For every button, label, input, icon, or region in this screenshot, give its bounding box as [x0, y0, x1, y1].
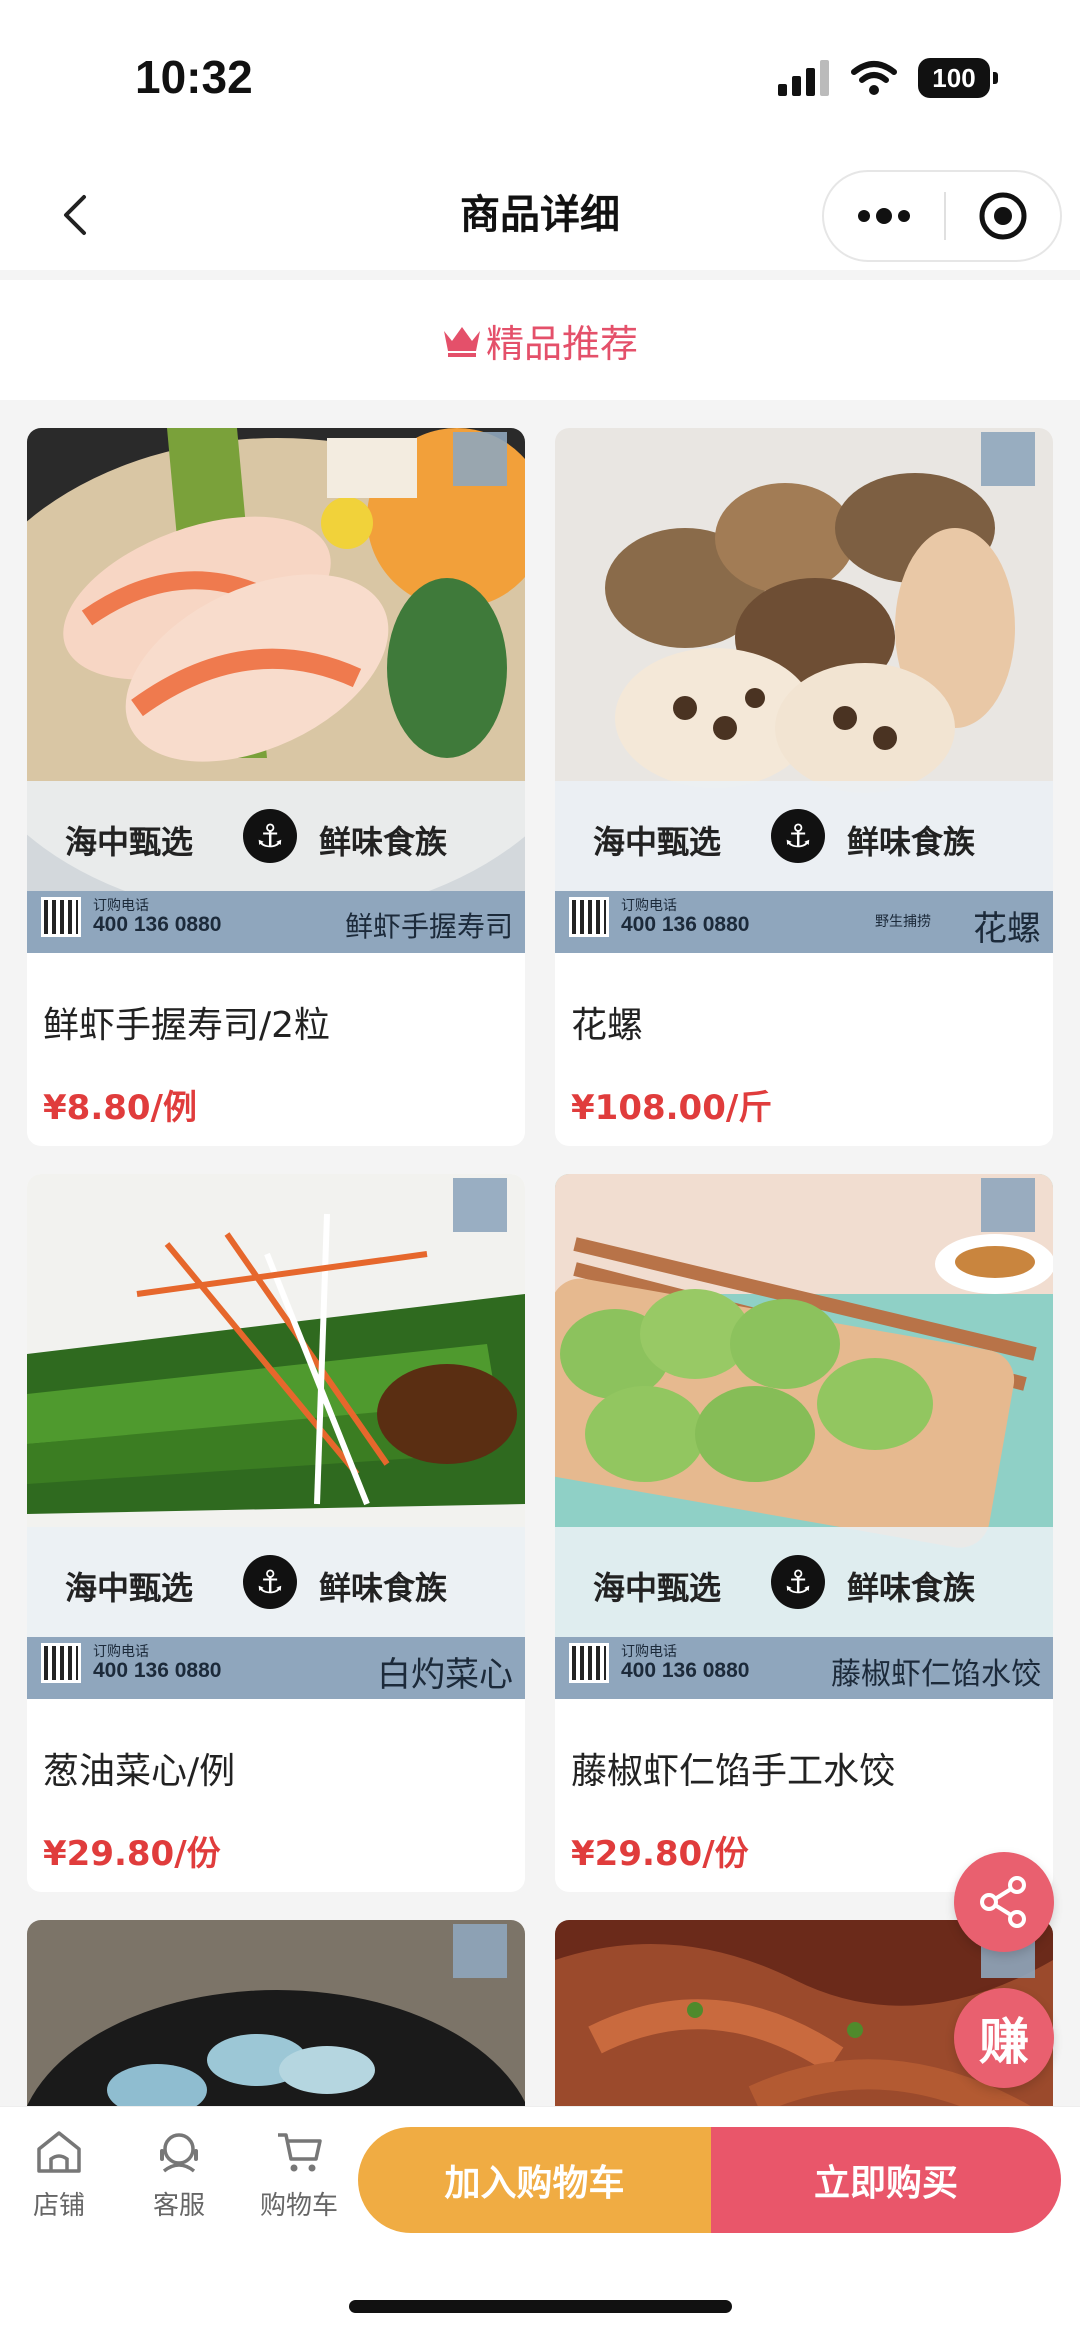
- qr-code: [41, 897, 81, 937]
- product-card[interactable]: 海中甄选 ⚓ 鲜味食族 订购电话 400 136 0880 藤椒虾仁馅水饺 藤椒…: [555, 1174, 1053, 1892]
- product-price: ¥29.80/份: [43, 1834, 221, 1874]
- brand-banner: 海中甄选 ⚓ 鲜味食族: [555, 781, 1053, 891]
- tab-cart[interactable]: 购物车: [244, 2129, 354, 2222]
- strip-product-name: 鲜虾手握寿司: [344, 910, 513, 943]
- product-image: 海中甄选 ⚓ 鲜味食族 订购电话 400 136 0880 白灼菜心: [27, 1174, 525, 1699]
- earn-label: 赚: [979, 2013, 1029, 2071]
- product-name: 葱油菜心/例: [43, 1751, 236, 1792]
- anchor-icon: ⚓: [243, 809, 297, 863]
- product-price: ¥108.00/斤: [571, 1088, 773, 1128]
- crown-icon: [443, 327, 480, 357]
- brand-logo: [453, 432, 507, 486]
- status-time: 10:32: [135, 51, 253, 103]
- brand-logo: [453, 1178, 507, 1232]
- section-header: 精品推荐: [0, 280, 1080, 400]
- brand-banner: 海中甄选 ⚓ 鲜味食族: [555, 1527, 1053, 1637]
- nav-bar: 商品详细: [0, 160, 1080, 270]
- info-strip: 订购电话 400 136 0880 野生捕捞 花螺: [555, 891, 1053, 953]
- brand-logo: [981, 1178, 1035, 1232]
- product-name: 花螺: [571, 1005, 644, 1046]
- signal-icon: [778, 60, 829, 96]
- tab-customer-service[interactable]: 客服: [124, 2129, 234, 2222]
- anchor-icon: ⚓: [771, 1555, 825, 1609]
- brand-logo: [453, 1924, 507, 1978]
- product-card[interactable]: 海中甄选 ⚓ 鲜味食族 订购电话 400 136 0880 白灼菜心 葱油菜心/…: [27, 1174, 525, 1892]
- product-card[interactable]: 海中甄选 ⚓ 鲜味食族 订购电话 400 136 0880 鲜虾手握寿司 鲜虾手…: [27, 428, 525, 1146]
- product-image: 海中甄选 ⚓ 鲜味食族 订购电话 400 136 0880 鲜虾手握寿司: [27, 428, 525, 953]
- earn-button[interactable]: 赚: [954, 1988, 1054, 2088]
- more-dots-icon: [858, 208, 910, 224]
- brand-banner: 海中甄选 ⚓ 鲜味食族: [27, 781, 525, 891]
- target-icon: [979, 192, 1027, 240]
- product-image: 海中甄选 ⚓ 鲜味食族 订购电话 400 136 0880 藤椒虾仁馅水饺: [555, 1174, 1053, 1699]
- qr-code: [41, 1643, 81, 1683]
- battery-indicator: 100: [918, 58, 998, 98]
- product-price: ¥29.80/份: [571, 1834, 749, 1874]
- product-image: 海中甄选 ⚓ 鲜味食族 订购电话 400 136 0880 野生捕捞 花螺: [555, 428, 1053, 953]
- status-bar: 10:32 100: [0, 0, 1080, 160]
- brand-banner: 海中甄选 ⚓ 鲜味食族: [27, 1527, 525, 1637]
- section-title: 精品推荐: [485, 321, 638, 366]
- info-strip: 订购电话 400 136 0880 藤椒虾仁馅水饺: [555, 1637, 1053, 1699]
- cart-icon: [278, 2133, 322, 2172]
- product-card[interactable]: 海中甄选 ⚓ 鲜味食族 订购电话 400 136 0880 野生捕捞 花螺 花螺…: [555, 428, 1053, 1146]
- store-icon: [37, 2131, 81, 2173]
- share-button[interactable]: [954, 1852, 1054, 1952]
- brand-logo: [981, 432, 1035, 486]
- product-name: 鲜虾手握寿司/2粒: [43, 1005, 331, 1046]
- customer-service-icon: [160, 2133, 198, 2173]
- info-strip: 订购电话 400 136 0880 白灼菜心: [27, 1637, 525, 1699]
- buy-now-button[interactable]: 立即购买: [711, 2127, 1061, 2233]
- close-miniprogram-button[interactable]: [946, 172, 1060, 260]
- more-button[interactable]: [824, 172, 944, 260]
- strip-product-name: 白灼菜心: [377, 1655, 513, 1695]
- anchor-icon: ⚓: [771, 809, 825, 863]
- info-strip: 订购电话 400 136 0880 鲜虾手握寿司: [27, 891, 525, 953]
- qr-code: [569, 897, 609, 937]
- product-name: 藤椒虾仁馅手工水饺: [571, 1751, 896, 1792]
- qr-code: [569, 1643, 609, 1683]
- tab-store[interactable]: 店铺: [4, 2129, 114, 2222]
- strip-product-name: 藤椒虾仁馅水饺: [831, 1657, 1041, 1692]
- wifi-icon: [851, 61, 897, 95]
- anchor-icon: ⚓: [243, 1555, 297, 1609]
- mini-program-capsule: [822, 170, 1062, 262]
- share-icon: [980, 1876, 1026, 1928]
- strip-product-name: 花螺: [973, 909, 1041, 949]
- product-price: ¥8.80/例: [43, 1088, 197, 1128]
- home-indicator: [349, 2300, 732, 2313]
- status-icons: 100: [778, 58, 998, 98]
- add-to-cart-button[interactable]: 加入购物车: [358, 2127, 711, 2233]
